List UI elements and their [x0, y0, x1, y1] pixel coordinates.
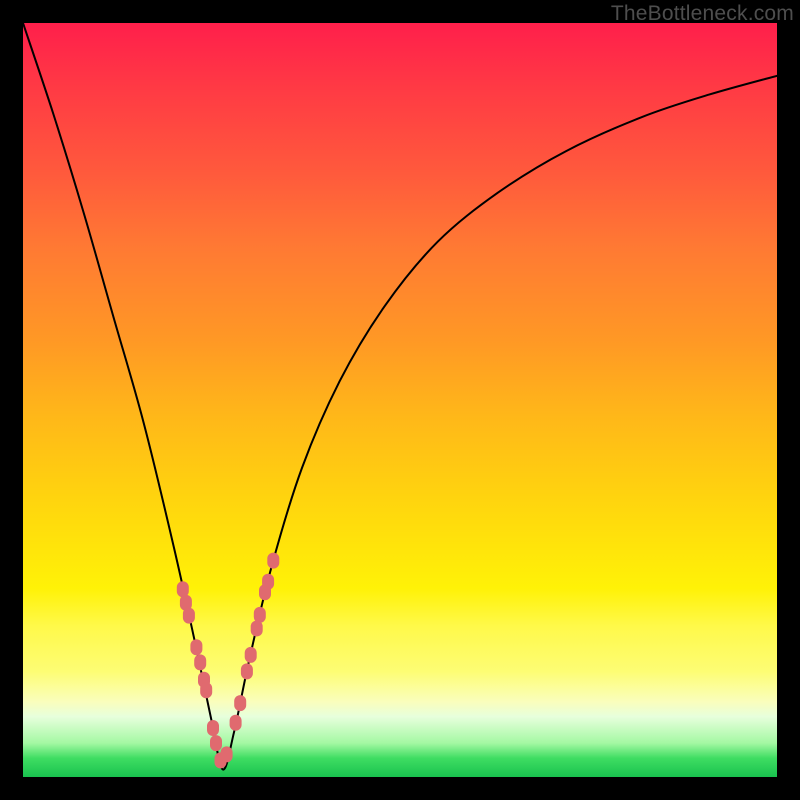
marker-dot — [210, 735, 222, 751]
bottleneck-curve — [23, 23, 777, 770]
marker-dot — [234, 695, 246, 711]
curve-svg — [23, 23, 777, 777]
watermark-label: TheBottleneck.com — [611, 2, 794, 26]
marker-group — [177, 553, 279, 769]
marker-dot — [200, 682, 212, 698]
marker-dot — [207, 720, 219, 736]
marker-dot — [183, 608, 195, 624]
marker-dot — [190, 639, 202, 655]
marker-dot — [254, 607, 266, 623]
marker-dot — [267, 553, 279, 569]
chart-frame: TheBottleneck.com — [0, 0, 800, 800]
marker-dot — [251, 621, 263, 637]
plot-area — [23, 23, 777, 777]
marker-dot — [194, 654, 206, 670]
marker-dot — [177, 581, 189, 597]
marker-dot — [262, 574, 274, 590]
marker-dot — [245, 647, 257, 663]
marker-dot — [241, 663, 253, 679]
marker-dot — [230, 715, 242, 731]
marker-dot — [221, 746, 233, 762]
